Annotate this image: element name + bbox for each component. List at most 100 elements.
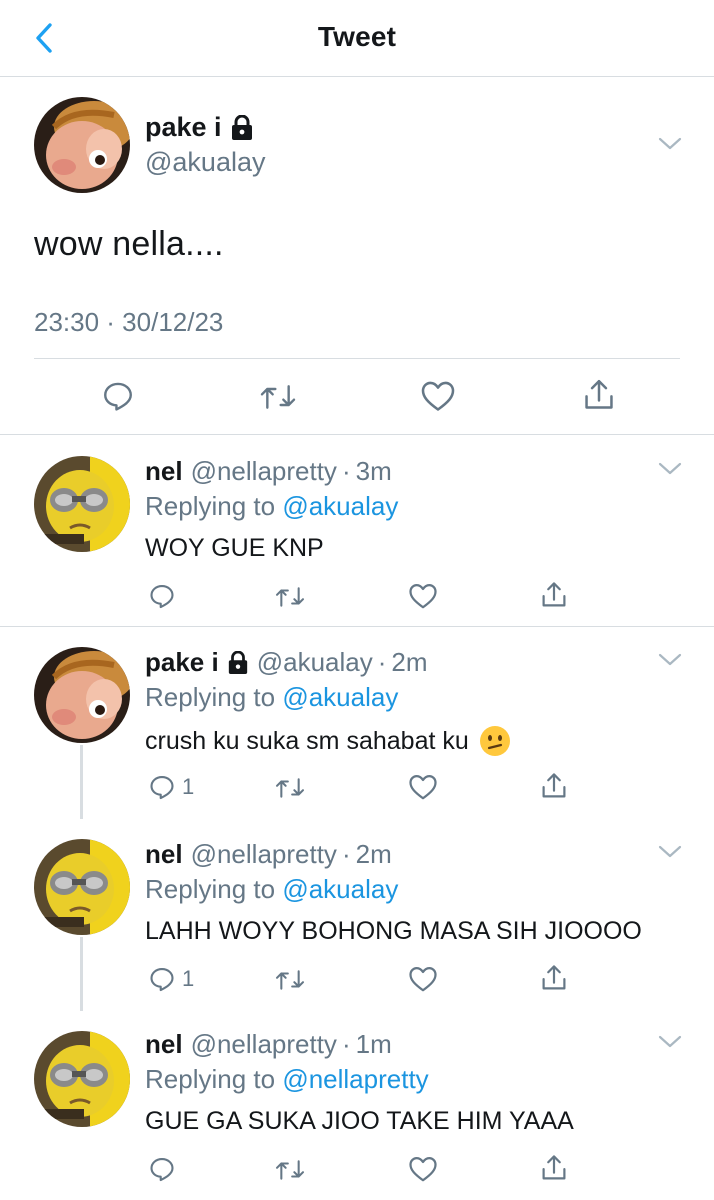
reply-author-handle[interactable]: @nellapretty	[191, 456, 337, 487]
replying-to: Replying to @akualay	[145, 874, 398, 905]
chevron-down-icon[interactable]	[656, 135, 684, 153]
reply-author-handle[interactable]: @nellapretty	[191, 1029, 337, 1060]
replying-to-label: Replying to	[145, 1064, 276, 1094]
retweet-button[interactable]	[274, 584, 306, 610]
share-icon	[542, 582, 566, 607]
reply-text: WOY GUE KNP	[145, 534, 324, 563]
heart-icon	[409, 967, 437, 992]
reply-text-content: WOY GUE KNP	[145, 534, 324, 562]
mention-link[interactable]: @nellapretty	[282, 1064, 428, 1094]
reply-author-name[interactable]: nel	[145, 839, 183, 870]
reply-author-handle[interactable]: @akualay	[257, 647, 373, 678]
author-handle[interactable]: @akualay	[145, 147, 265, 178]
share-button[interactable]	[582, 377, 616, 413]
reply-button[interactable]: 1	[148, 965, 194, 993]
heart-icon	[421, 381, 455, 411]
reply-author-name[interactable]: pake i	[145, 647, 219, 678]
replying-to: Replying to @nellapretty	[145, 1064, 429, 1095]
chevron-down-icon[interactable]	[656, 460, 684, 478]
reply-meta: pake i @akualay · 2m	[145, 647, 428, 678]
heart-icon	[409, 584, 437, 609]
reply-button[interactable]	[148, 1155, 182, 1183]
comment-icon	[150, 1158, 174, 1182]
retweet-icon	[275, 970, 305, 990]
share-icon	[542, 1155, 566, 1180]
top-bar: Tweet	[0, 0, 714, 77]
reply-time: 1m	[355, 1029, 392, 1059]
avatar[interactable]	[34, 456, 130, 552]
share-icon	[585, 379, 613, 409]
like-button[interactable]	[420, 379, 456, 413]
replying-to-label: Replying to	[145, 874, 276, 904]
reply-author-name[interactable]: nel	[145, 456, 183, 487]
retweet-icon	[275, 1160, 305, 1180]
retweet-button[interactable]	[274, 775, 306, 801]
comment-icon	[150, 968, 174, 992]
replying-to-label: Replying to	[145, 491, 276, 521]
chevron-down-icon[interactable]	[656, 1033, 684, 1051]
like-button[interactable]	[408, 965, 438, 993]
mention-link[interactable]: @akualay	[282, 491, 398, 521]
retweet-icon	[260, 385, 296, 409]
reply-button[interactable]	[101, 379, 135, 413]
chevron-down-icon[interactable]	[656, 651, 684, 669]
tweet-timestamp[interactable]: 23:30 · 30/12/23	[34, 307, 223, 338]
reply-button[interactable]: 1	[148, 773, 194, 801]
reply-tweet[interactable]: nel @nellapretty · 1m Replying to @nella…	[0, 1011, 714, 1200]
retweet-button[interactable]	[274, 1157, 306, 1183]
reply-button[interactable]	[148, 582, 182, 610]
tweet-text: wow nella....	[34, 225, 224, 263]
divider	[34, 358, 680, 359]
reply-count: 1	[182, 966, 195, 991]
share-button[interactable]	[540, 1153, 568, 1183]
share-button[interactable]	[540, 771, 568, 801]
separator-dot: ·	[377, 647, 387, 677]
avatar[interactable]	[34, 839, 130, 935]
main-tweet: pake i @akualay wow nella.... 23:30 · 30…	[0, 77, 714, 435]
like-button[interactable]	[408, 1155, 438, 1183]
share-button[interactable]	[540, 963, 568, 993]
reply-tweet[interactable]: nel @nellapretty · 3m Replying to @akual…	[0, 436, 714, 626]
thread-line	[80, 745, 83, 819]
separator-dot: ·	[341, 839, 351, 869]
reply-count: 1	[182, 774, 195, 799]
like-button[interactable]	[408, 773, 438, 801]
retweet-icon	[275, 778, 305, 798]
lock-icon	[231, 114, 252, 140]
page-title: Tweet	[317, 21, 397, 52]
retweet-button[interactable]	[259, 381, 297, 413]
reply-text: GUE GA SUKA JIOO TAKE HIM YAAA	[145, 1107, 574, 1136]
reply-author-handle[interactable]: @nellapretty	[191, 839, 337, 870]
replying-to-label: Replying to	[145, 682, 276, 712]
separator-dot: ·	[341, 456, 351, 486]
separator-dot: ·	[341, 1029, 351, 1059]
reply-time: 2m	[391, 647, 428, 677]
chevron-down-icon[interactable]	[656, 843, 684, 861]
confused-face-emoji	[479, 726, 510, 756]
retweet-button[interactable]	[274, 967, 306, 993]
comment-icon	[150, 776, 174, 800]
reply-time: 3m	[355, 456, 392, 486]
comment-icon	[104, 382, 132, 411]
retweet-icon	[275, 587, 305, 607]
reply-text-content: crush ku suka sm sahabat ku	[145, 726, 469, 755]
reply-time: 2m	[355, 839, 392, 869]
reply-text-content: GUE GA SUKA JIOO TAKE HIM YAAA	[145, 1107, 574, 1135]
mention-link[interactable]: @akualay	[282, 682, 398, 712]
like-button[interactable]	[408, 582, 438, 610]
reply-meta: nel @nellapretty · 3m	[145, 456, 392, 487]
reply-author-name[interactable]: nel	[145, 1029, 183, 1060]
author-name-text: pake i	[145, 112, 222, 142]
reply-tweet[interactable]: pake i @akualay · 2m Replying to @akuala…	[0, 627, 714, 819]
reply-tweet[interactable]: nel @nellapretty · 2m Replying to @akual…	[0, 819, 714, 1011]
avatar[interactable]	[34, 647, 130, 743]
replying-to: Replying to @akualay	[145, 682, 398, 713]
reply-text: LAHH WOYY BOHONG MASA SIH JIOOOO	[145, 917, 642, 946]
heart-icon	[409, 1157, 437, 1182]
author-name: pake i	[145, 112, 254, 143]
share-icon	[542, 965, 566, 990]
mention-link[interactable]: @akualay	[282, 874, 398, 904]
avatar[interactable]	[34, 1031, 130, 1127]
share-button[interactable]	[540, 580, 568, 610]
avatar[interactable]	[34, 97, 130, 193]
